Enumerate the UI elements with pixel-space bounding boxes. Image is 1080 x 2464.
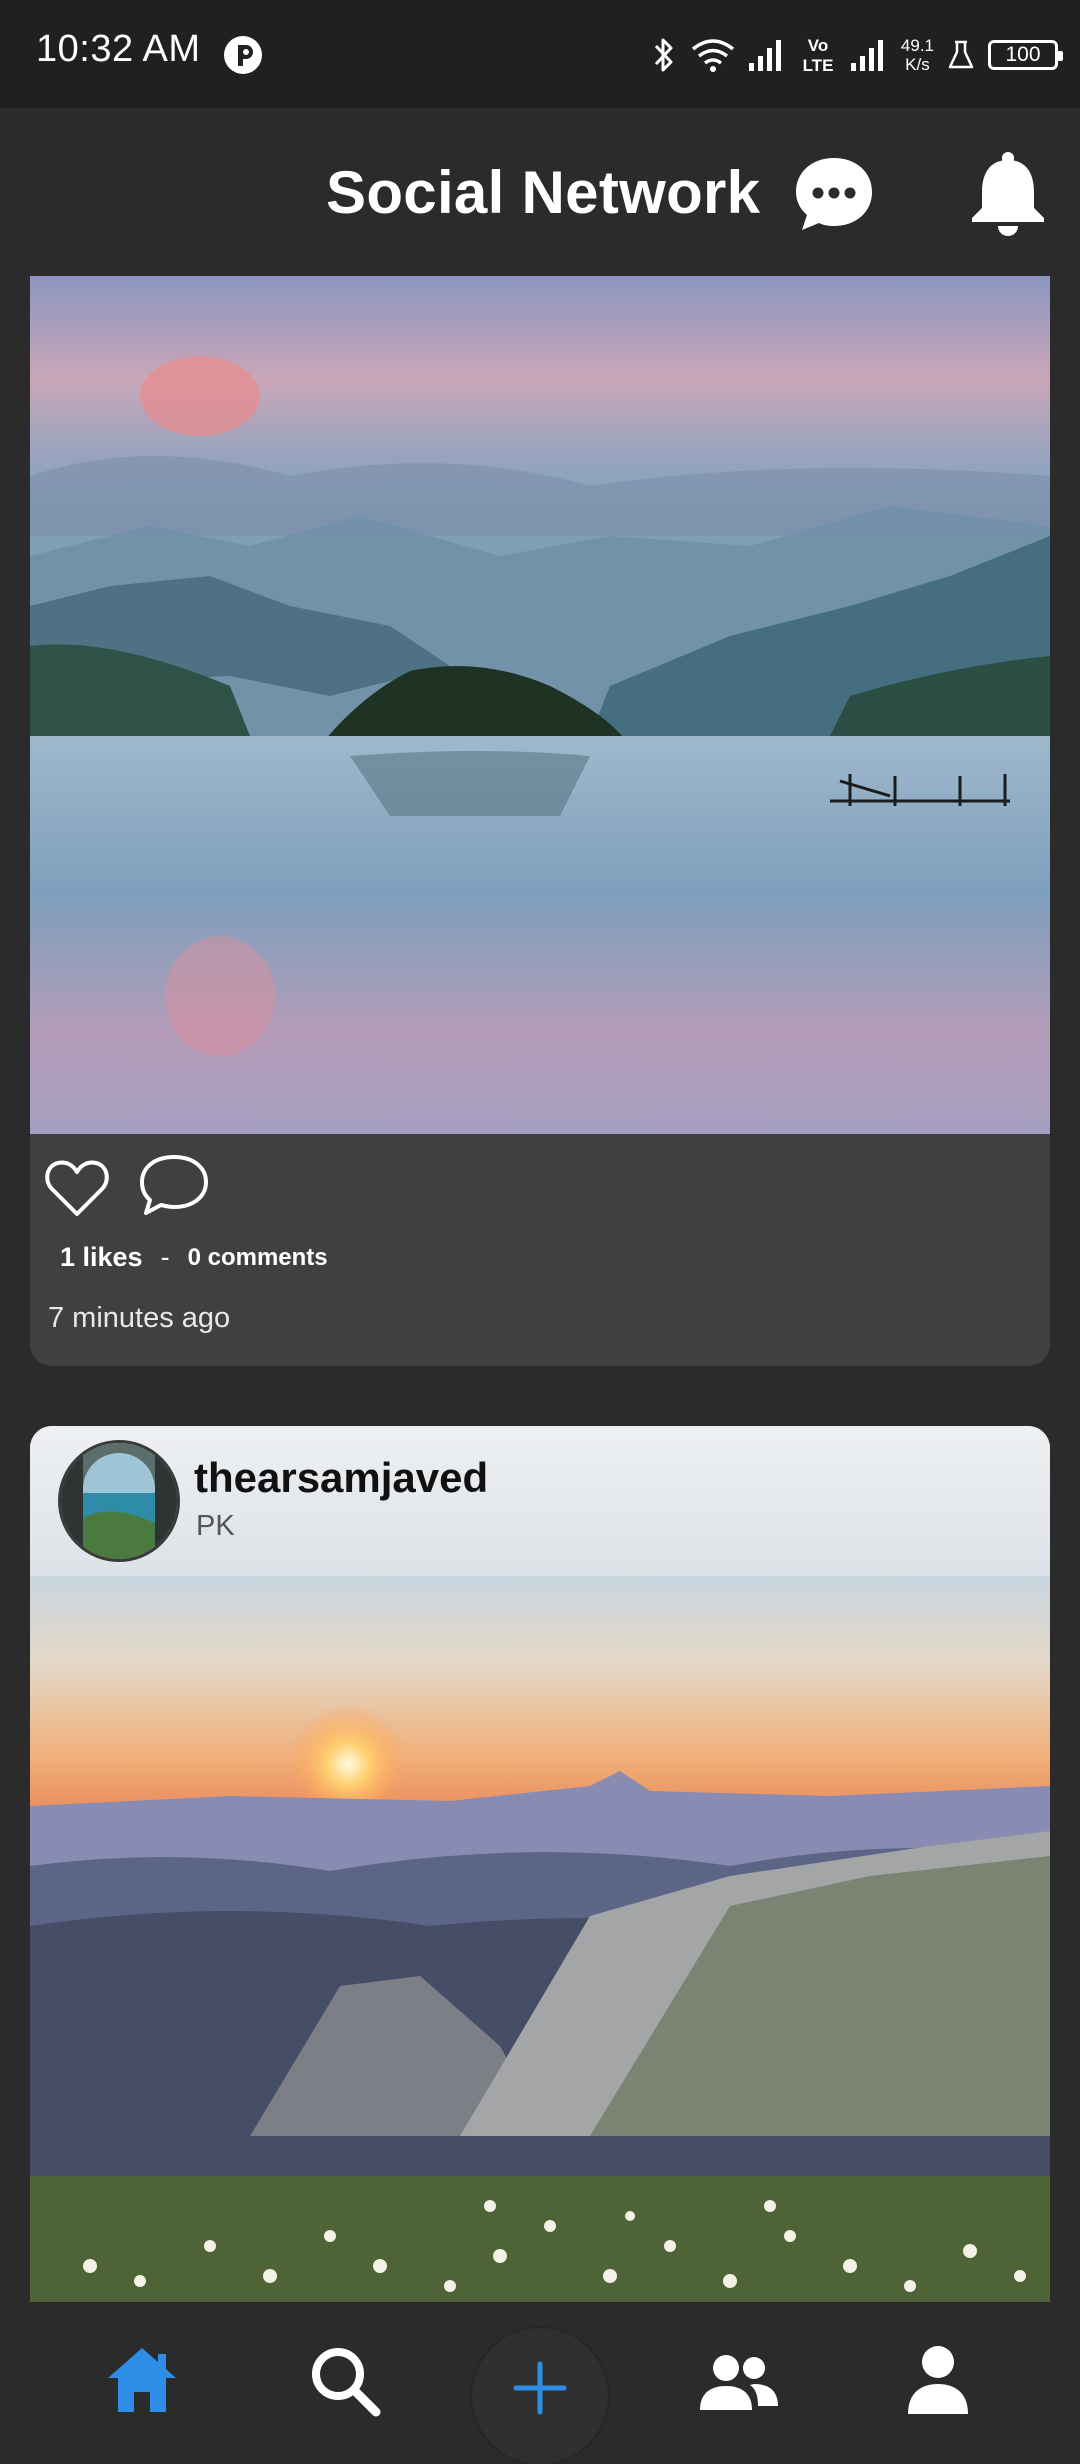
wifi-icon <box>691 39 734 72</box>
likes-count[interactable]: 1 likes <box>60 1242 143 1273</box>
status-bar: 10:32 AM Vo LTE 49.1 K/s 100 <box>0 0 1080 108</box>
bottom-nav <box>0 2302 1080 2464</box>
net-speed-value: 49.1 <box>900 36 934 55</box>
comment-icon[interactable] <box>138 1152 210 1218</box>
app-notification-icon <box>224 36 262 74</box>
post-image[interactable] <box>30 276 1050 1134</box>
home-icon[interactable] <box>104 2342 180 2418</box>
net-speed: 49.1 K/s <box>901 36 934 74</box>
friends-icon[interactable] <box>696 2346 780 2422</box>
add-icon <box>513 2361 567 2415</box>
status-icons: Vo LTE 49.1 K/s 100 <box>651 30 1063 80</box>
svg-text:Vo: Vo <box>808 36 828 55</box>
post-location: PK <box>196 1510 235 1542</box>
signal-icon <box>748 40 781 71</box>
bluetooth-icon <box>654 38 673 72</box>
app-title: Social Network <box>326 159 761 226</box>
search-icon[interactable] <box>306 2342 382 2418</box>
post-card: 1 likes - 0 comments 7 minutes ago <box>30 276 1050 1366</box>
net-speed-unit: K/s <box>905 55 930 74</box>
add-post-button[interactable] <box>472 2328 608 2464</box>
lab-icon <box>948 40 974 69</box>
post-timestamp: 7 minutes ago <box>48 1302 231 1334</box>
status-time: 10:32 AM <box>36 28 201 70</box>
svg-text:LTE: LTE <box>802 56 833 75</box>
signal-icon <box>850 40 883 71</box>
post-header[interactable]: thearsamjaved PK <box>30 1426 1050 1576</box>
chat-icon[interactable] <box>792 152 876 236</box>
profile-icon[interactable] <box>900 2342 976 2418</box>
post-username[interactable]: thearsamjaved <box>194 1454 488 1502</box>
battery-icon: 100 <box>988 40 1063 70</box>
app-header: Social Network <box>0 108 1080 276</box>
post-image[interactable] <box>30 1576 1050 2302</box>
like-heart-icon[interactable] <box>44 1156 110 1218</box>
bell-icon[interactable] <box>966 150 1050 236</box>
stats-separator: - <box>160 1242 170 1272</box>
post-stats: 1 likes - 0 comments <box>60 1242 328 1273</box>
battery-level: 100 <box>1005 43 1041 66</box>
comments-count[interactable]: 0 comments <box>188 1242 328 1273</box>
post-card: thearsamjaved PK <box>30 1426 1050 2302</box>
avatar[interactable] <box>58 1440 180 1562</box>
volte-icon: Vo LTE <box>802 36 833 75</box>
